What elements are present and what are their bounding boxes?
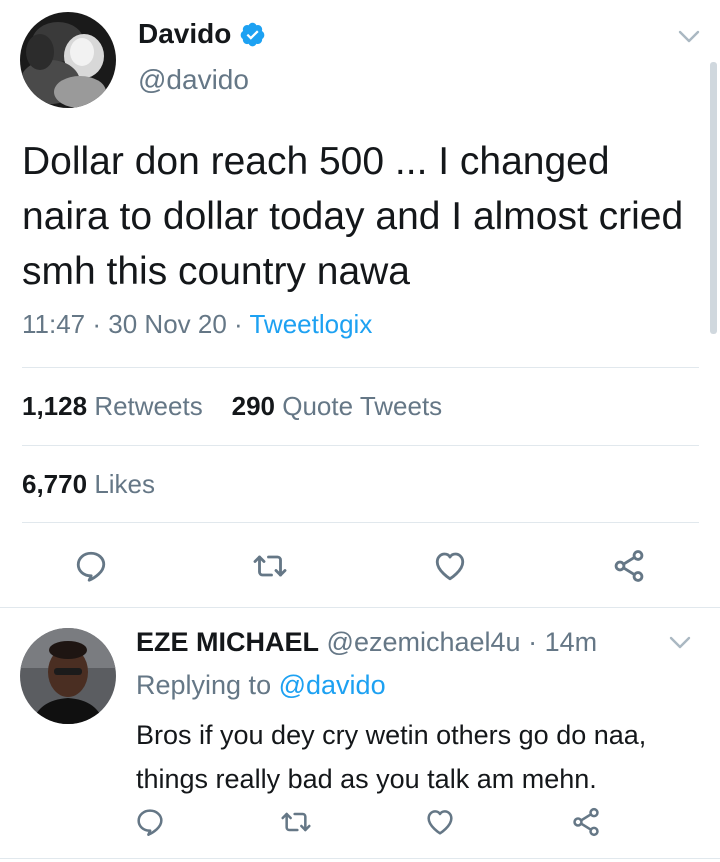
- divider: [22, 522, 699, 523]
- tweet-meta: 11:47 · 30 Nov 20 · Tweetlogix: [22, 309, 372, 340]
- meta-separator: ·: [528, 627, 538, 657]
- divider: [0, 607, 720, 608]
- replying-to: Replying to @davido: [136, 670, 386, 701]
- meta-separator: ·: [92, 309, 102, 339]
- retweet-stats-row: 1,128 Retweets 290 Quote Tweets: [22, 391, 442, 422]
- mention-link[interactable]: @davido: [279, 670, 386, 700]
- retweet-icon[interactable]: [280, 806, 312, 838]
- divider: [0, 858, 720, 859]
- divider: [22, 367, 699, 368]
- reply-display-name[interactable]: EZE MICHAEL: [136, 627, 319, 657]
- share-icon[interactable]: [570, 806, 602, 838]
- reply-handle[interactable]: @ezemichael4u: [327, 627, 521, 657]
- scrollbar[interactable]: [710, 62, 717, 334]
- verified-badge-icon: [239, 21, 266, 48]
- retweet-icon[interactable]: [252, 548, 288, 584]
- like-icon[interactable]: [424, 806, 456, 838]
- divider: [22, 445, 699, 446]
- chevron-down-icon[interactable]: [669, 636, 691, 650]
- reply-header: EZE MICHAEL @ezemichael4u · 14m: [136, 627, 597, 658]
- reply-text: Bros if you dey cry wetin others go do n…: [136, 720, 647, 794]
- likes-stat[interactable]: 6,770 Likes: [22, 469, 155, 499]
- tweet-date: 30 Nov 20: [108, 309, 227, 339]
- reply-time: 14m: [544, 627, 598, 657]
- retweets-label: Retweets: [94, 391, 203, 421]
- reply-avatar[interactable]: [20, 628, 116, 724]
- likes-label: Likes: [94, 469, 156, 499]
- tweet-text: Dollar don reach 500 ... I changed naira…: [22, 140, 684, 293]
- like-icon[interactable]: [432, 548, 468, 584]
- likes-count: 6,770: [22, 469, 88, 499]
- reply-icon[interactable]: [134, 806, 166, 838]
- likes-stats-row: 6,770 Likes: [22, 469, 155, 500]
- display-name[interactable]: Davido: [138, 18, 231, 50]
- handle[interactable]: @davido: [138, 64, 249, 96]
- replying-to-label: Replying to: [136, 670, 272, 700]
- avatar[interactable]: [20, 12, 116, 108]
- quote-tweets-label: Quote Tweets: [282, 391, 443, 421]
- tweet-time: 11:47: [22, 309, 86, 339]
- chevron-down-icon[interactable]: [678, 30, 700, 44]
- retweets-count: 1,128: [22, 391, 88, 421]
- share-icon[interactable]: [611, 548, 647, 584]
- display-name-row: Davido: [138, 18, 266, 50]
- tweet-source-link[interactable]: Tweetlogix: [249, 309, 372, 339]
- retweets-stat[interactable]: 1,128 Retweets: [22, 391, 203, 421]
- quote-tweets-stat[interactable]: 290 Quote Tweets: [232, 391, 443, 421]
- meta-separator: ·: [234, 309, 243, 339]
- quote-tweets-count: 290: [231, 391, 275, 421]
- reply-icon[interactable]: [73, 548, 109, 584]
